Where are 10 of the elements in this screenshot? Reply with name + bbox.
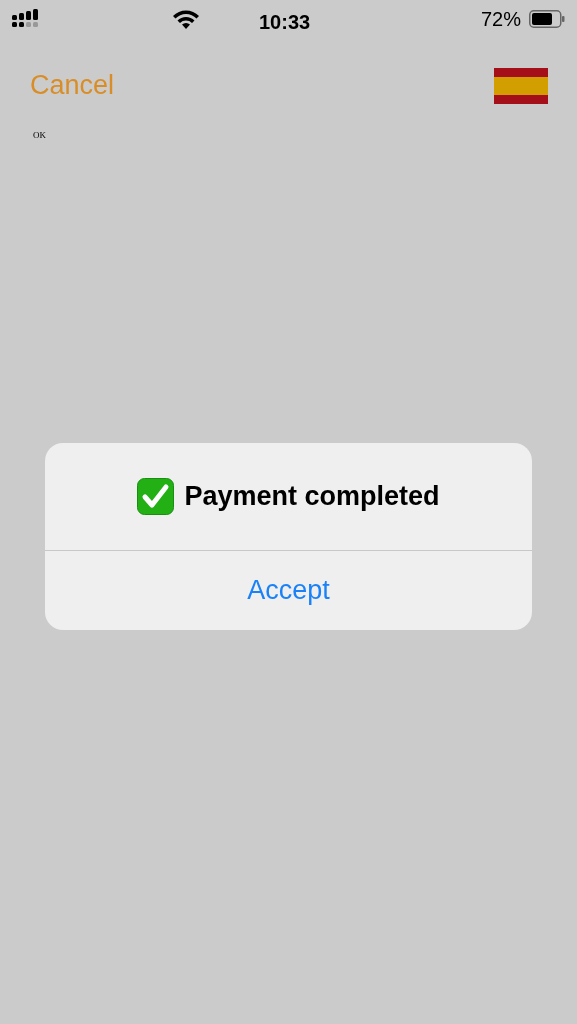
alert-title: Payment completed xyxy=(184,480,440,514)
battery-icon xyxy=(529,10,565,28)
battery-percentage: 72% xyxy=(480,7,521,32)
wifi-icon xyxy=(172,10,200,30)
ok-label: OK xyxy=(33,130,46,140)
status-time: 10:33 xyxy=(259,10,311,35)
accept-button[interactable]: Accept xyxy=(247,570,330,611)
cancel-button[interactable]: Cancel xyxy=(30,65,115,106)
check-mark-icon xyxy=(137,478,175,515)
spain-flag-icon[interactable] xyxy=(494,67,548,104)
